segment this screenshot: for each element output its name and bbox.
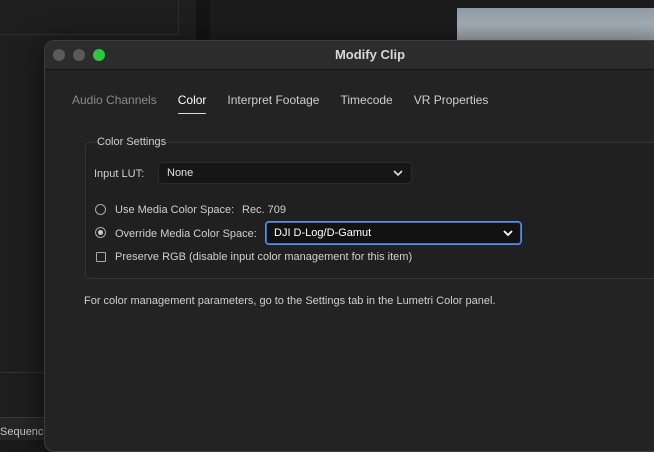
color-settings-legend: Color Settings xyxy=(97,136,167,148)
panel-divider-line xyxy=(0,372,44,373)
chevron-down-icon xyxy=(393,170,403,177)
override-color-space-dropdown[interactable]: DJI D-Log/D-Gamut xyxy=(265,221,522,245)
title-bar[interactable]: Modify Clip xyxy=(45,41,654,70)
tab-bar: Audio Channels Color Interpret Footage T… xyxy=(72,93,509,114)
use-media-color-space-radio[interactable] xyxy=(95,204,106,215)
tab-timecode[interactable]: Timecode xyxy=(340,93,392,114)
preserve-rgb-checkbox[interactable] xyxy=(96,252,106,262)
input-lut-value: None xyxy=(167,167,194,179)
preserve-rgb-label: Preserve RGB (disable input color manage… xyxy=(115,251,413,263)
sequence-tab[interactable]: Sequence xyxy=(0,426,50,438)
use-media-color-space-label: Use Media Color Space: xyxy=(115,204,235,216)
tab-audio-channels[interactable]: Audio Channels xyxy=(72,93,157,114)
override-media-color-space-radio[interactable] xyxy=(95,227,106,238)
background-panel-header xyxy=(0,0,179,35)
tab-vr-properties[interactable]: VR Properties xyxy=(414,93,489,114)
input-lut-label: Input LUT: xyxy=(94,168,145,180)
media-color-space-value: Rec. 709 xyxy=(242,204,287,216)
input-lut-dropdown[interactable]: None xyxy=(158,162,412,184)
override-color-space-value: DJI D-Log/D-Gamut xyxy=(274,227,372,239)
tab-color[interactable]: Color xyxy=(177,93,207,114)
override-media-color-space-label: Override Media Color Space: xyxy=(115,228,257,240)
color-management-note: For color management parameters, go to t… xyxy=(84,295,496,307)
tab-interpret-footage[interactable]: Interpret Footage xyxy=(227,93,319,114)
dialog-title: Modify Clip xyxy=(334,47,406,62)
video-preview-frame xyxy=(457,8,654,40)
modify-clip-dialog: Modify Clip Audio Channels Color Interpr… xyxy=(44,40,654,452)
chevron-down-icon xyxy=(503,230,513,237)
